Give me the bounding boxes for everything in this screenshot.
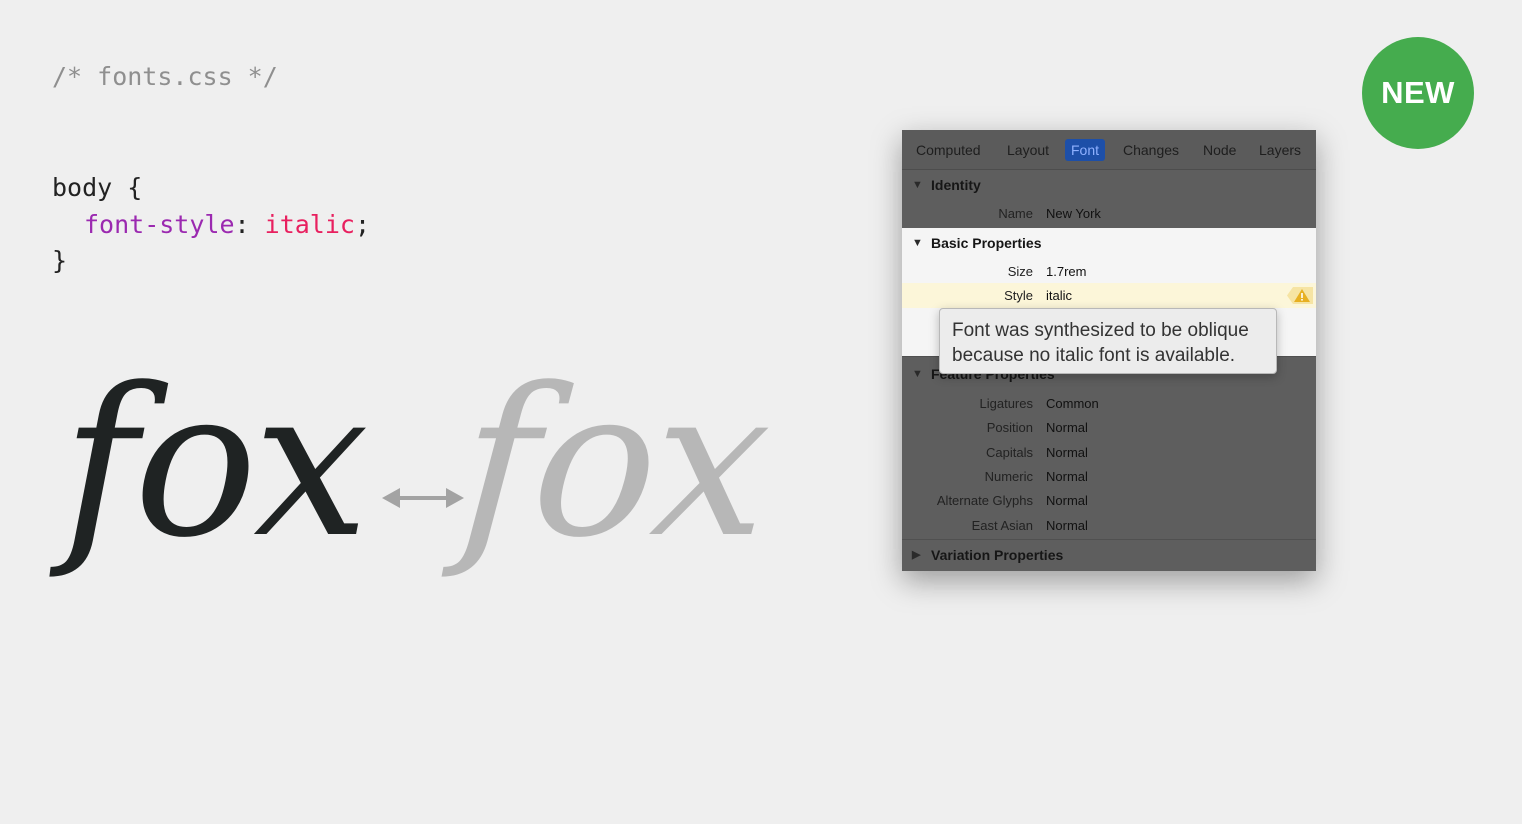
- tooltip-line-2: because no italic font is available.: [952, 345, 1236, 366]
- code-property: font-style: [84, 210, 235, 239]
- size-label: Size: [1007, 264, 1033, 279]
- tab-layers[interactable]: Layers: [1253, 139, 1307, 161]
- code-comment: /* fonts.css */: [52, 62, 278, 91]
- tab-changes[interactable]: Changes: [1117, 139, 1185, 161]
- section-basic-header[interactable]: ▼ Basic Properties: [902, 229, 1316, 257]
- name-value: New York: [1046, 206, 1101, 221]
- code-selector-line: body {: [52, 173, 143, 202]
- section-variation-header[interactable]: ▶ Variation Properties: [902, 541, 1316, 569]
- feature-value: Common: [1046, 396, 1099, 411]
- disclosure-down-icon: ▼: [912, 179, 923, 191]
- feature-label: Capitals: [986, 445, 1033, 460]
- feature-label: Alternate Glyphs: [936, 493, 1033, 508]
- style-value: italic: [1046, 288, 1073, 303]
- feature-value: Normal: [1046, 518, 1088, 533]
- size-value: 1.7rem: [1046, 264, 1087, 279]
- style-label: Style: [1004, 288, 1033, 303]
- feature-row: Numeric Normal: [902, 465, 1316, 489]
- name-label: Name: [998, 206, 1033, 221]
- inspector-tab-bar: Computed Layout Font Changes Node Layers: [902, 130, 1316, 170]
- feature-value: Normal: [1046, 469, 1088, 484]
- code-declaration: font-style: italic;: [84, 210, 370, 239]
- feature-row: Alternate Glyphs Normal: [902, 489, 1316, 513]
- tab-node[interactable]: Node: [1197, 139, 1242, 161]
- tab-layout[interactable]: Layout: [1001, 139, 1055, 161]
- basic-style-row: Style italic: [902, 284, 1316, 308]
- feature-label: East Asian: [971, 518, 1033, 533]
- section-divider: [902, 539, 1316, 540]
- tooltip-line-1: Font was synthesized to be oblique: [952, 320, 1249, 341]
- section-basic-title: Basic Properties: [931, 235, 1042, 251]
- section-identity-title: Identity: [931, 177, 981, 193]
- warning-icon[interactable]: [1287, 287, 1313, 304]
- feature-label: Ligatures: [979, 396, 1033, 411]
- tab-font[interactable]: Font: [1065, 139, 1106, 161]
- code-colon: :: [234, 210, 250, 239]
- warning-tooltip: Font was synthesized to be oblique becau…: [939, 308, 1277, 374]
- feature-row: East Asian Normal: [902, 514, 1316, 538]
- fox-real-italic: fox: [62, 345, 369, 583]
- feature-label: Position: [986, 420, 1033, 435]
- new-badge: NEW: [1362, 37, 1474, 149]
- section-identity-header[interactable]: ▼ Identity: [902, 171, 1316, 199]
- disclosure-down-icon: ▼: [912, 368, 923, 380]
- feature-row: Ligatures Common: [902, 392, 1316, 416]
- identity-name-row: Name New York: [902, 202, 1316, 226]
- fox-synthesized-oblique: fox: [453, 345, 774, 583]
- feature-label: Numeric: [984, 469, 1033, 484]
- double-arrow-icon: [382, 488, 464, 508]
- section-variation-title: Variation Properties: [931, 547, 1064, 563]
- feature-value: Normal: [1046, 493, 1088, 508]
- disclosure-down-icon: ▼: [912, 237, 923, 249]
- code-value: italic: [264, 210, 355, 239]
- code-semicolon: ;: [354, 210, 371, 239]
- feature-value: Normal: [1046, 420, 1088, 435]
- code-close-brace: }: [52, 246, 68, 275]
- feature-row: Capitals Normal: [902, 441, 1316, 465]
- basic-size-row: Size 1.7rem: [902, 260, 1316, 284]
- feature-value: Normal: [1046, 445, 1088, 460]
- disclosure-right-icon: ▶: [912, 549, 921, 561]
- feature-row: Position Normal: [902, 416, 1316, 440]
- tab-computed[interactable]: Computed: [910, 139, 987, 161]
